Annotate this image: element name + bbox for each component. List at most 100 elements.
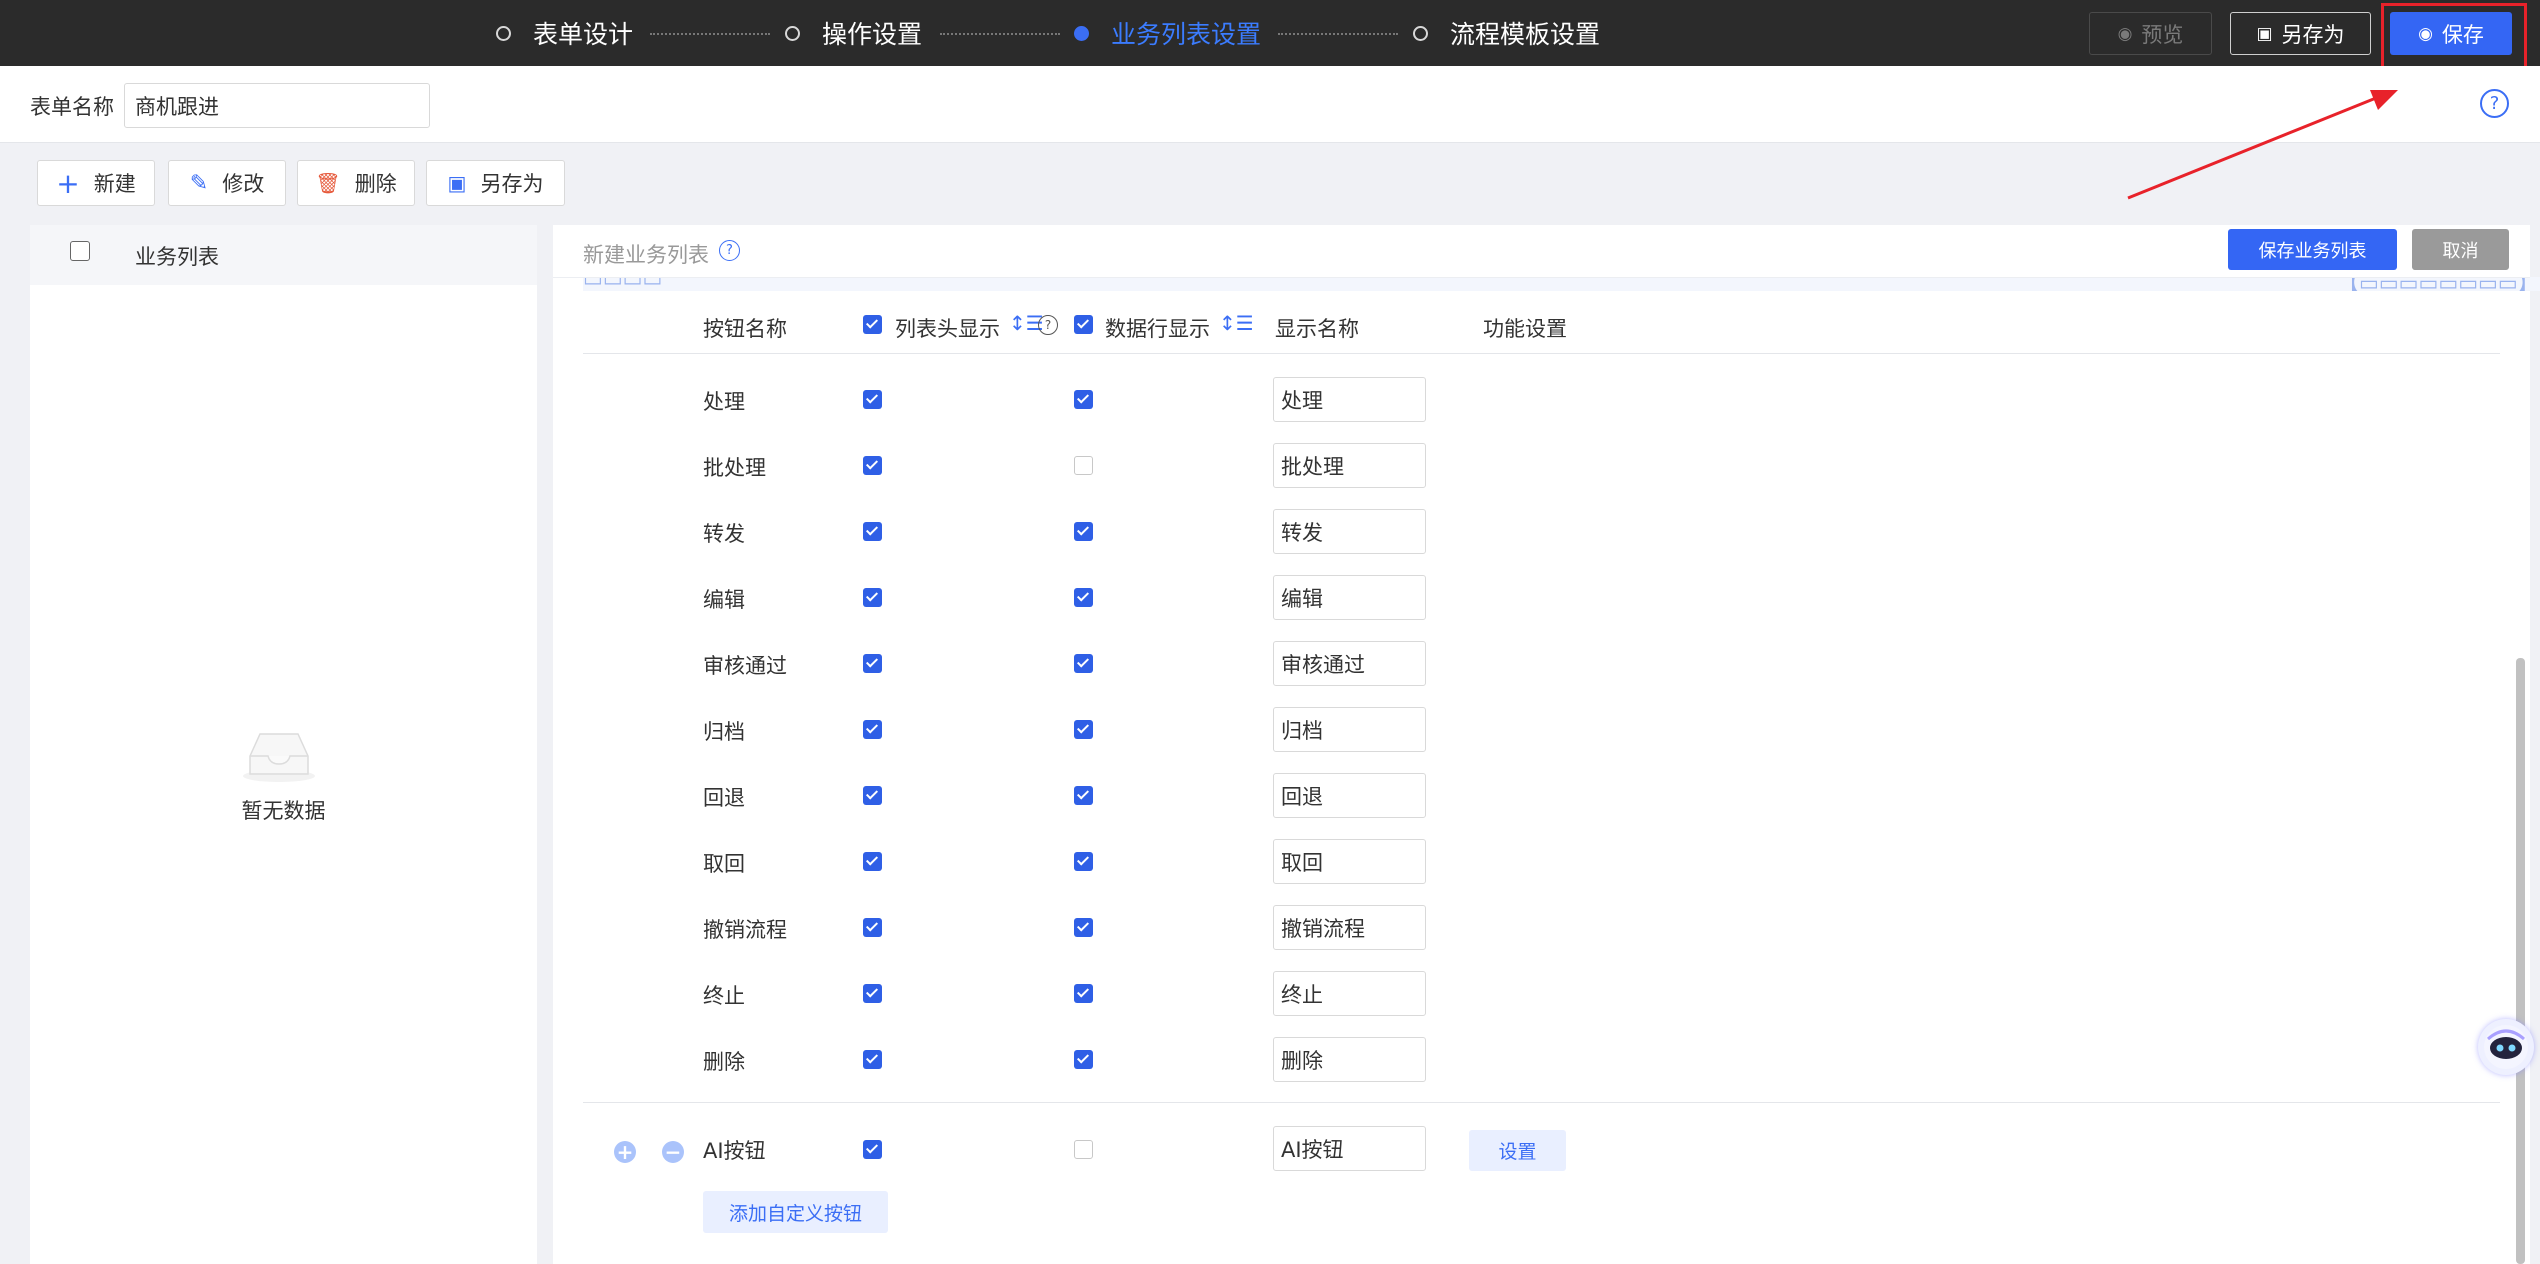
display-name-input[interactable] bbox=[1273, 773, 1426, 818]
row-show-checkbox[interactable] bbox=[1074, 1050, 1093, 1069]
row-show-checkbox[interactable] bbox=[1074, 984, 1093, 1003]
row-show-checkbox[interactable] bbox=[1074, 456, 1093, 475]
row-show-checkbox[interactable] bbox=[1074, 588, 1093, 607]
step-operation-settings[interactable]: 操作设置 bbox=[785, 0, 922, 66]
display-name-input[interactable] bbox=[1273, 377, 1426, 422]
step-label: 表单设计 bbox=[533, 20, 634, 49]
save-business-list-button[interactable]: 保存业务列表 bbox=[2228, 229, 2397, 270]
step-workflow-template-settings[interactable]: 流程模板设置 bbox=[1413, 0, 1600, 66]
form-name-bar: 表单名称 ? bbox=[0, 66, 2540, 143]
display-name-input[interactable] bbox=[1273, 839, 1426, 884]
remove-row-icon[interactable]: − bbox=[662, 1140, 684, 1164]
edit-label: 修改 bbox=[222, 172, 265, 196]
column-header-button-name: 按钮名称 bbox=[703, 317, 787, 341]
header-show-checkbox[interactable] bbox=[863, 1140, 882, 1159]
header-show-checkbox[interactable] bbox=[863, 588, 882, 607]
button-name: 删除 bbox=[703, 1050, 745, 1074]
display-name-input[interactable] bbox=[1273, 1037, 1426, 1082]
form-name-input[interactable] bbox=[124, 83, 430, 128]
step-connector bbox=[1278, 33, 1398, 35]
edit-button[interactable]: ✎ 修改 bbox=[168, 160, 286, 206]
row-show-checkbox[interactable] bbox=[1074, 1140, 1093, 1159]
highlight-box bbox=[2381, 3, 2527, 74]
header-show-checkbox[interactable] bbox=[863, 918, 882, 937]
row-show-checkbox[interactable] bbox=[1074, 654, 1093, 673]
new-button[interactable]: + 新建 bbox=[37, 160, 155, 206]
button-name: 编辑 bbox=[703, 588, 745, 612]
plus-icon: + bbox=[56, 166, 80, 200]
save-as-label: 另存为 bbox=[480, 172, 544, 196]
header-show-checkbox[interactable] bbox=[863, 786, 882, 805]
header-divider bbox=[583, 353, 2500, 354]
step-indicator-icon bbox=[1074, 25, 1089, 41]
header-show-checkbox[interactable] bbox=[863, 720, 882, 739]
help-icon[interactable]: ? bbox=[719, 240, 740, 261]
empty-text: 暂无数据 bbox=[241, 799, 326, 823]
display-name-input[interactable] bbox=[1273, 641, 1426, 686]
settings-button[interactable]: 设置 bbox=[1469, 1130, 1566, 1171]
business-list-header: 业务列表 bbox=[30, 225, 537, 285]
button-name: 处理 bbox=[703, 390, 745, 414]
header-show-all-checkbox[interactable] bbox=[863, 315, 882, 334]
button-name: 取回 bbox=[703, 852, 745, 876]
preview-icon: ◉ bbox=[2117, 23, 2133, 44]
button-name: 终止 bbox=[703, 984, 745, 1008]
step-label: 操作设置 bbox=[822, 20, 923, 49]
step-connector bbox=[650, 33, 770, 35]
header-show-checkbox[interactable] bbox=[863, 654, 882, 673]
add-row-icon[interactable]: + bbox=[614, 1140, 636, 1164]
cancel-button[interactable]: 取消 bbox=[2412, 229, 2509, 270]
preview-label: 预览 bbox=[2141, 22, 2184, 47]
header-show-checkbox[interactable] bbox=[863, 1050, 882, 1069]
display-name-input[interactable] bbox=[1273, 575, 1426, 620]
row-show-checkbox[interactable] bbox=[1074, 786, 1093, 805]
row-show-checkbox[interactable] bbox=[1074, 918, 1093, 937]
column-header-row-show: 数据行显示 bbox=[1105, 317, 1210, 341]
top-step-bar: 表单设计 操作设置 业务列表设置 流程模板设置 ◉ 预览 ▣ 另存为 ◉ 保存 bbox=[0, 0, 2540, 66]
header-show-checkbox[interactable] bbox=[863, 456, 882, 475]
display-name-input[interactable] bbox=[1273, 443, 1426, 488]
row-show-checkbox[interactable] bbox=[1074, 390, 1093, 409]
column-header-header-show: 列表头显示 bbox=[895, 317, 1000, 341]
new-label: 新建 bbox=[93, 172, 136, 196]
display-name-input[interactable] bbox=[1273, 1126, 1426, 1171]
section-heading-peek: ▭▭▭▭ 【▭▭▭▭▭▭▭▭】 bbox=[583, 277, 2540, 291]
column-header-display-name: 显示名称 bbox=[1275, 317, 1359, 341]
header-show-checkbox[interactable] bbox=[863, 852, 882, 871]
header-show-checkbox[interactable] bbox=[863, 522, 882, 541]
button-name: 回退 bbox=[703, 786, 745, 810]
display-name-input[interactable] bbox=[1273, 707, 1426, 752]
help-icon[interactable]: ? bbox=[1038, 315, 1058, 335]
list-config-panel: ▭▭▭▭ 【▭▭▭▭▭▭▭▭】 新建业务列表 ? 保存业务列表 取消 按钮名称 … bbox=[553, 225, 2540, 1264]
business-list-title: 业务列表 bbox=[135, 245, 219, 269]
row-show-all-checkbox[interactable] bbox=[1074, 315, 1093, 334]
header-show-checkbox[interactable] bbox=[863, 390, 882, 409]
sort-icon[interactable]: ↕☰ bbox=[1219, 311, 1254, 335]
header-show-checkbox[interactable] bbox=[863, 984, 882, 1003]
save-as-button[interactable]: ▣ 另存为 bbox=[426, 160, 565, 206]
step-indicator-icon bbox=[1413, 25, 1428, 41]
form-name-label: 表单名称 bbox=[30, 95, 114, 119]
button-name: 批处理 bbox=[703, 456, 766, 480]
floppy-disk-icon: ▣ bbox=[447, 171, 467, 195]
save-as-top-button[interactable]: ▣ 另存为 bbox=[2230, 12, 2371, 55]
select-all-checkbox[interactable] bbox=[70, 241, 90, 261]
display-name-input[interactable] bbox=[1273, 509, 1426, 554]
help-icon[interactable]: ? bbox=[2480, 89, 2509, 118]
row-show-checkbox[interactable] bbox=[1074, 522, 1093, 541]
display-name-input[interactable] bbox=[1273, 971, 1426, 1016]
step-business-list-settings[interactable]: 业务列表设置 bbox=[1074, 0, 1261, 66]
step-label: 流程模板设置 bbox=[1450, 20, 1601, 49]
preview-button[interactable]: ◉ 预览 bbox=[2089, 12, 2212, 55]
assistant-bot-icon[interactable] bbox=[2478, 1019, 2534, 1075]
display-name-input[interactable] bbox=[1273, 905, 1426, 950]
row-show-checkbox[interactable] bbox=[1074, 852, 1093, 871]
business-list-panel: 业务列表 暂无数据 bbox=[30, 225, 537, 1264]
button-name: 归档 bbox=[703, 720, 745, 744]
step-form-design[interactable]: 表单设计 bbox=[496, 0, 633, 66]
step-connector bbox=[940, 33, 1060, 35]
add-custom-button[interactable]: 添加自定义按钮 bbox=[703, 1191, 888, 1233]
row-show-checkbox[interactable] bbox=[1074, 720, 1093, 739]
delete-button[interactable]: 🗑 删除 bbox=[297, 160, 415, 206]
scrollbar[interactable] bbox=[2516, 658, 2525, 1264]
